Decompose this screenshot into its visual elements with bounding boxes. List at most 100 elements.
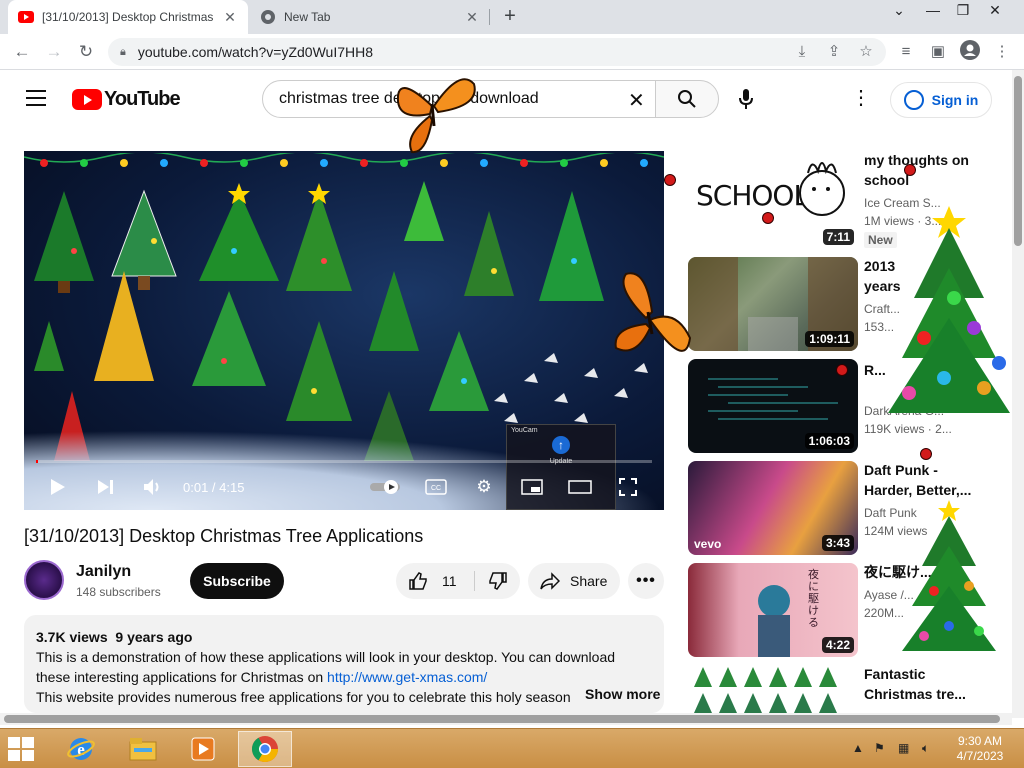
youtube-logo[interactable]: YouTube <box>72 88 181 111</box>
subtitles-cc-icon[interactable]: CC <box>422 475 450 499</box>
restore-icon[interactable]: ❐ <box>948 2 978 19</box>
channel-avatar[interactable] <box>24 560 64 600</box>
recommendation-thumbnail[interactable]: SCHOOL 7:11 <box>688 155 858 249</box>
description-line-1: This is a demonstration of how these app… <box>36 649 616 665</box>
sign-in-button[interactable]: Sign in <box>890 82 992 118</box>
browser-toolbar: ← → ↻ 🔒︎ youtube.com/watch?v=yZd0WuI7HH8… <box>0 34 1024 70</box>
window-close-icon[interactable]: ✕ <box>980 2 1010 19</box>
video-duration: 7:11 <box>822 229 854 245</box>
vevo-watermark: vevo <box>694 537 722 551</box>
media-player-icon[interactable] <box>176 731 230 767</box>
chrome-menu-icon[interactable]: ⋮ <box>990 40 1014 64</box>
settings-kebab-icon[interactable]: ⋮ <box>851 88 871 108</box>
menu-icon[interactable] <box>26 90 46 106</box>
install-app-icon[interactable]: ⤓ <box>790 40 814 64</box>
microphone-icon <box>739 89 753 109</box>
network-icon[interactable]: ▦ <box>898 741 909 755</box>
show-more-button[interactable]: Show more <box>579 686 661 702</box>
tab-title: [31/10/2013] Desktop Christmas <box>42 10 214 24</box>
title-line: Daft Punk - <box>864 462 938 478</box>
recommendation-thumbnail[interactable]: 夜に駆ける 4:22 <box>688 563 858 657</box>
windows-taskbar: e ▲ ⚑ ▦ 🔈︎ 9:30 AM 4/7/2023 <box>0 728 1024 768</box>
chrome-taskbar-icon[interactable] <box>238 731 292 767</box>
miniplayer-icon[interactable] <box>518 475 546 499</box>
recommendation-title[interactable]: my thoughts on school <box>864 150 1004 190</box>
player-controls: 0:01 / 4:15 CC ⚙ <box>24 469 664 505</box>
close-tab-icon[interactable]: ✕ <box>464 9 480 26</box>
video-player[interactable]: YouCam ↑ Update 0:01 / 4:15 CC ⚙ <box>24 151 664 510</box>
reload-icon[interactable]: ↻ <box>74 40 98 64</box>
url-text: youtube.com/watch?v=yZd0WuI7HH8 <box>137 44 373 60</box>
scrollbar-thumb[interactable] <box>4 715 1000 723</box>
vertical-scrollbar[interactable] <box>1012 70 1024 718</box>
action-center-flag-icon[interactable]: ⚑ <box>874 741 885 755</box>
fullscreen-icon[interactable] <box>614 475 642 499</box>
recommendation-title[interactable]: Daft Punk - Harder, Better,... <box>864 460 1004 500</box>
volume-muted-icon[interactable]: 🔈︎ <box>922 741 929 756</box>
logo-text: YouTube <box>104 88 181 110</box>
video-duration: 4:22 <box>821 637 854 653</box>
bookmark-star-icon[interactable]: ☆ <box>854 40 878 64</box>
close-tab-icon[interactable]: ✕ <box>222 9 238 26</box>
volume-icon[interactable] <box>139 475 167 499</box>
autoplay-toggle[interactable] <box>368 475 404 499</box>
youtube-play-logo-icon <box>72 89 102 110</box>
voice-search-button[interactable] <box>731 80 761 118</box>
media-controls-icon[interactable]: ≡ <box>894 40 918 64</box>
file-explorer-icon[interactable] <box>116 731 170 767</box>
theater-mode-icon[interactable] <box>566 475 594 499</box>
recommendation-thumbnail[interactable] <box>688 665 858 713</box>
progress-bar[interactable] <box>36 460 652 463</box>
next-video-icon[interactable] <box>92 475 120 499</box>
recommendation-thumbnail[interactable]: vevo 3:43 <box>688 461 858 555</box>
profile-icon[interactable] <box>958 40 982 64</box>
tab-new-tab[interactable]: New Tab ✕ <box>250 0 490 34</box>
butterfly-overlay <box>614 272 692 352</box>
clear-search-icon[interactable]: ✕ <box>628 88 645 113</box>
time-display: 0:01 / 4:15 <box>183 480 245 495</box>
horizontal-scrollbar[interactable] <box>0 713 1012 725</box>
like-button[interactable]: 11 <box>396 563 472 599</box>
forward-arrow-icon[interactable]: → <box>42 40 66 64</box>
recommendation-title[interactable]: Fantastic Christmas tre... <box>864 664 1004 704</box>
lock-icon: 🔒︎ <box>120 45 126 58</box>
cartoon-character-icon <box>799 162 845 216</box>
view-count: 3.7K views <box>36 629 108 645</box>
thumbs-down-icon <box>488 572 507 590</box>
search-button[interactable] <box>655 80 719 118</box>
recommendation-thumbnail[interactable]: 1:09:11 <box>688 257 858 351</box>
windows-start-icon[interactable] <box>8 737 34 761</box>
clock-time: 9:30 AM <box>957 734 1003 748</box>
subscribe-button[interactable]: Subscribe <box>190 563 284 599</box>
tab-youtube-video[interactable]: [31/10/2013] Desktop Christmas ✕ <box>8 0 248 34</box>
description-link[interactable]: http://www.get-xmas.com/ <box>327 669 487 685</box>
title-line: school <box>864 172 910 188</box>
tab-separator <box>489 9 490 25</box>
christmas-lights-decoration <box>24 153 664 167</box>
show-hidden-icons-icon[interactable]: ▲ <box>852 741 864 755</box>
play-icon[interactable] <box>44 475 72 499</box>
share-page-icon[interactable]: ⇪ <box>822 40 846 64</box>
side-panel-icon[interactable]: ▣ <box>926 40 950 64</box>
description-line-3: This website provides numerous free appl… <box>36 689 571 705</box>
back-arrow-icon[interactable]: ← <box>10 40 34 64</box>
address-bar[interactable]: 🔒︎ youtube.com/watch?v=yZd0WuI7HH8 <box>108 38 886 66</box>
share-button[interactable]: Share <box>528 563 620 599</box>
more-actions-button[interactable]: ••• <box>628 563 664 599</box>
minimize-icon[interactable]: — <box>918 2 948 18</box>
settings-gear-icon[interactable]: ⚙ <box>470 475 498 499</box>
recommendation-thumbnail[interactable]: 1:06:03 <box>688 359 858 453</box>
butterfly-overlay <box>396 78 476 154</box>
tab-search-chevron-icon[interactable]: ⌄ <box>884 2 914 19</box>
taskbar-clock[interactable]: 9:30 AM 4/7/2023 <box>950 734 1010 764</box>
new-tab-icon[interactable]: + <box>499 6 521 28</box>
scrollbar-thumb[interactable] <box>1014 76 1022 246</box>
internet-explorer-icon[interactable]: e <box>54 731 108 767</box>
dislike-button[interactable] <box>475 563 520 599</box>
channel-name[interactable]: Janilyn <box>76 563 131 581</box>
ladybug-overlay <box>836 364 848 376</box>
description-box[interactable]: 3.7K views 9 years ago This is a demonst… <box>24 615 664 713</box>
anime-girl-scene <box>758 585 790 657</box>
thumbnail-text: 夜に駆ける <box>808 569 819 629</box>
video-duration: 1:06:03 <box>804 433 854 449</box>
